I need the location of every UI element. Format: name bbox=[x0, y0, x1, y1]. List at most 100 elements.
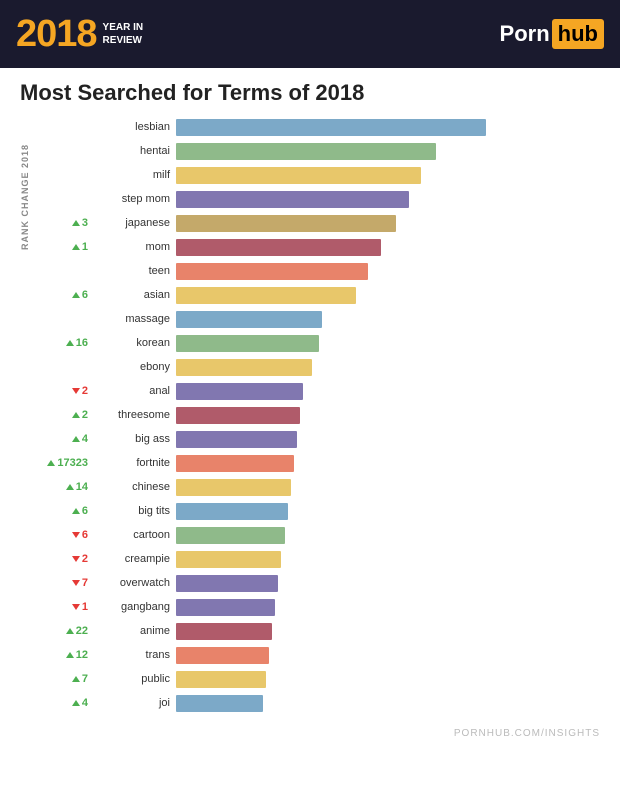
rank-change-label: 6 bbox=[34, 529, 94, 541]
rank-change-label: 2 bbox=[34, 409, 94, 421]
bar-fill bbox=[176, 215, 396, 232]
rank-change-label: 16 bbox=[34, 337, 94, 349]
bar-fill bbox=[176, 239, 381, 256]
rank-change-label: 4 bbox=[34, 433, 94, 445]
bar-row: 6big tits bbox=[34, 500, 600, 522]
up-arrow-icon bbox=[66, 652, 74, 658]
bar-wrap bbox=[176, 647, 600, 664]
bar-label: chinese bbox=[94, 481, 176, 493]
bar-fill bbox=[176, 143, 436, 160]
bar-row: 7public bbox=[34, 668, 600, 690]
bar-label: trans bbox=[94, 649, 176, 661]
year-badge: 2018 YEAR IN REVIEW bbox=[16, 15, 143, 53]
rank-axis-label-col: RANK CHANGE 2018 bbox=[20, 116, 30, 254]
bar-wrap bbox=[176, 407, 600, 424]
bar-fill bbox=[176, 455, 294, 472]
bar-row: milf bbox=[34, 164, 600, 186]
rank-change-label: 2 bbox=[34, 553, 94, 565]
pornhub-logo: Pornhub bbox=[500, 19, 604, 49]
bar-row: 14chinese bbox=[34, 476, 600, 498]
bar-wrap bbox=[176, 599, 600, 616]
bar-fill bbox=[176, 287, 356, 304]
rank-change-label: 6 bbox=[34, 289, 94, 301]
bar-wrap bbox=[176, 575, 600, 592]
rank-change-label: 3 bbox=[34, 217, 94, 229]
bar-wrap bbox=[176, 239, 600, 256]
bar-row: ebony bbox=[34, 356, 600, 378]
bar-label: joi bbox=[94, 697, 176, 709]
rank-change-label: 7 bbox=[34, 577, 94, 589]
rank-change-label: 7 bbox=[34, 673, 94, 685]
bar-fill bbox=[176, 647, 269, 664]
down-arrow-icon bbox=[72, 388, 80, 394]
bar-label: anime bbox=[94, 625, 176, 637]
bar-wrap bbox=[176, 623, 600, 640]
bar-label: public bbox=[94, 673, 176, 685]
bar-fill bbox=[176, 167, 421, 184]
bar-row: 6asian bbox=[34, 284, 600, 306]
bar-fill bbox=[176, 311, 322, 328]
bar-row: 4big ass bbox=[34, 428, 600, 450]
bar-wrap bbox=[176, 527, 600, 544]
bar-fill bbox=[176, 383, 303, 400]
bar-wrap bbox=[176, 455, 600, 472]
bar-label: creampie bbox=[94, 553, 176, 565]
chart-main: lesbianhentaimilfstep mom3japanese1momte… bbox=[34, 116, 600, 716]
rank-change-label: 2 bbox=[34, 385, 94, 397]
bar-wrap bbox=[176, 263, 600, 280]
bar-wrap bbox=[176, 143, 600, 160]
rank-change-label: 4 bbox=[34, 697, 94, 709]
up-arrow-icon bbox=[72, 508, 80, 514]
bar-fill bbox=[176, 479, 291, 496]
logo-hub: hub bbox=[552, 19, 604, 49]
bar-fill bbox=[176, 359, 312, 376]
bar-row: 1mom bbox=[34, 236, 600, 258]
bar-row: 16korean bbox=[34, 332, 600, 354]
bar-row: step mom bbox=[34, 188, 600, 210]
up-arrow-icon bbox=[47, 460, 55, 466]
rank-axis-label: RANK CHANGE 2018 bbox=[20, 144, 30, 250]
bar-fill bbox=[176, 527, 285, 544]
bar-label: milf bbox=[94, 169, 176, 181]
bar-fill bbox=[176, 623, 272, 640]
bar-fill bbox=[176, 575, 278, 592]
bar-label: overwatch bbox=[94, 577, 176, 589]
bar-wrap bbox=[176, 551, 600, 568]
bar-label: big ass bbox=[94, 433, 176, 445]
bar-row: 4joi bbox=[34, 692, 600, 714]
bar-label: ebony bbox=[94, 361, 176, 373]
rank-change-label: 1 bbox=[34, 601, 94, 613]
bar-row: lesbian bbox=[34, 116, 600, 138]
year-number: 2018 bbox=[16, 15, 97, 53]
bar-label: threesome bbox=[94, 409, 176, 421]
down-arrow-icon bbox=[72, 556, 80, 562]
bar-wrap bbox=[176, 311, 600, 328]
bar-fill bbox=[176, 263, 368, 280]
up-arrow-icon bbox=[72, 436, 80, 442]
bar-row: 2anal bbox=[34, 380, 600, 402]
bar-fill bbox=[176, 599, 275, 616]
bar-row: 3japanese bbox=[34, 212, 600, 234]
bar-row: 2threesome bbox=[34, 404, 600, 426]
bar-fill bbox=[176, 695, 263, 712]
bar-label: korean bbox=[94, 337, 176, 349]
bar-wrap bbox=[176, 215, 600, 232]
bar-wrap bbox=[176, 479, 600, 496]
bar-wrap bbox=[176, 191, 600, 208]
down-arrow-icon bbox=[72, 580, 80, 586]
bar-label: mom bbox=[94, 241, 176, 253]
bar-fill bbox=[176, 191, 409, 208]
bar-label: japanese bbox=[94, 217, 176, 229]
bar-wrap bbox=[176, 335, 600, 352]
bar-wrap bbox=[176, 167, 600, 184]
content-area: Most Searched for Terms of 2018 RANK CHA… bbox=[0, 68, 620, 724]
bar-label: anal bbox=[94, 385, 176, 397]
bar-wrap bbox=[176, 503, 600, 520]
bar-label: gangbang bbox=[94, 601, 176, 613]
bar-row: 7overwatch bbox=[34, 572, 600, 594]
bar-row: teen bbox=[34, 260, 600, 282]
bar-fill bbox=[176, 335, 319, 352]
bar-row: 22anime bbox=[34, 620, 600, 642]
bar-label: massage bbox=[94, 313, 176, 325]
bar-wrap bbox=[176, 287, 600, 304]
